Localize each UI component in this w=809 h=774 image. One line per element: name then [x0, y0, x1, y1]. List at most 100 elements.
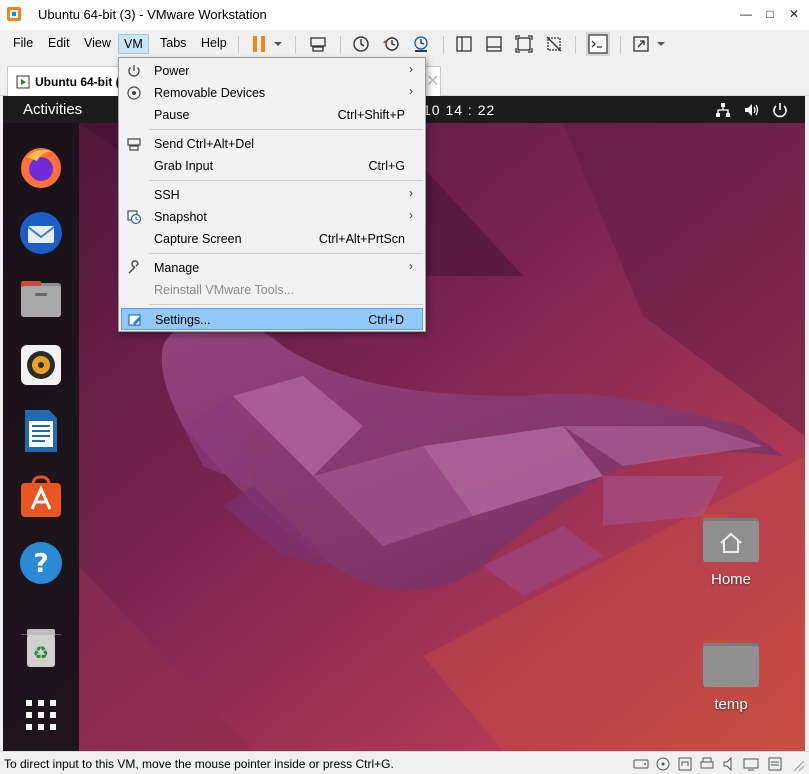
wrench-icon — [128, 260, 139, 274]
show-library-icon[interactable] — [454, 34, 474, 54]
revert-snapshot-icon[interactable] — [381, 34, 401, 54]
folder-icon — [703, 639, 759, 687]
snapshot-icon[interactable] — [351, 34, 371, 54]
vm-menu-manage[interactable]: Manage › — [121, 257, 423, 279]
menu-item-label: SSH — [154, 188, 180, 202]
vmware-app-icon — [7, 7, 21, 21]
vm-menu-send-ctrl-alt-del[interactable]: Send Ctrl+Alt+Del — [121, 133, 423, 155]
toolbar-separator — [340, 36, 341, 54]
desktop-icon-temp[interactable]: temp — [691, 637, 771, 713]
display-icon[interactable] — [743, 756, 759, 772]
menu-item-shortcut: Ctrl+D — [368, 313, 404, 327]
thumbnail-bar-icon[interactable] — [484, 34, 504, 54]
menu-item-label: Grab Input — [154, 159, 214, 173]
desktop-icon-home[interactable]: Home — [691, 512, 771, 588]
vm-menu-ssh[interactable]: SSH › — [121, 184, 423, 206]
menu-tabs[interactable]: Tabs — [155, 34, 191, 54]
status-bar: To direct input to this VM, move the mou… — [0, 751, 809, 774]
files-icon[interactable] — [17, 275, 65, 323]
disc-icon — [127, 86, 141, 100]
desktop-icon-label: temp — [714, 696, 748, 713]
clock[interactable]: 10 14 : 22 — [423, 102, 495, 118]
menu-item-label: Pause — [154, 108, 190, 122]
full-screen-icon[interactable] — [514, 34, 534, 54]
thunderbird-icon[interactable] — [17, 209, 65, 257]
vm-menu-removable-devices[interactable]: Removable Devices › — [121, 82, 423, 104]
keyboard-icon — [127, 138, 141, 151]
unity-mode-icon[interactable] — [544, 34, 564, 54]
volume-icon[interactable] — [743, 101, 761, 119]
send-ctrl-alt-del-icon[interactable] — [308, 34, 328, 54]
menu-item-label: Reinstall VMware Tools... — [154, 283, 295, 297]
power-icon[interactable] — [771, 101, 789, 119]
sound-card-icon[interactable] — [721, 756, 737, 772]
vm-menu-settings[interactable]: Settings... Ctrl+D — [121, 308, 423, 330]
pause-icon[interactable] — [249, 34, 269, 54]
vm-menu-dropdown: Power › Removable Devices › Pause Ctrl+S… — [118, 57, 426, 332]
vm-menu-grab-input[interactable]: Grab Input Ctrl+G — [121, 155, 423, 177]
vm-menu-capture-screen[interactable]: Capture Screen Ctrl+Alt+PrtScn — [121, 228, 423, 250]
console-view-icon[interactable] — [586, 32, 610, 56]
menu-item-shortcut: Ctrl+Shift+P — [337, 108, 405, 122]
network-adapter-icon[interactable] — [677, 756, 693, 772]
menu-item-label: Send Ctrl+Alt+Del — [154, 137, 255, 151]
resize-grip-icon[interactable] — [789, 756, 805, 772]
vm-menu-snapshot[interactable]: Snapshot › — [121, 206, 423, 228]
toolbar-separator — [620, 36, 621, 54]
menu-separator — [149, 129, 423, 130]
menu-item-shortcut: Ctrl+Alt+PrtScn — [318, 232, 405, 246]
desktop-icon-label: Home — [710, 571, 751, 588]
message-log-icon[interactable] — [767, 756, 783, 772]
vm-menu-power[interactable]: Power › — [121, 60, 423, 82]
toolbar-separator — [443, 36, 444, 54]
activities-button[interactable]: Activities — [23, 101, 82, 118]
trash-icon[interactable]: ♻ — [17, 623, 65, 671]
submenu-arrow-icon: › — [409, 186, 413, 200]
submenu-arrow-icon: › — [409, 208, 413, 222]
menu-item-shortcut: Ctrl+G — [368, 159, 405, 173]
snapshot-manager-icon[interactable] — [411, 34, 431, 54]
toolbar-separator — [295, 36, 296, 54]
home-folder-icon — [703, 514, 759, 562]
svg-text:♻: ♻ — [33, 643, 49, 664]
maximize-button[interactable]: □ — [759, 4, 781, 24]
menu-help[interactable]: Help — [196, 34, 232, 54]
menu-item-label: Power — [154, 64, 190, 78]
minimize-button[interactable]: — — [735, 4, 757, 24]
menu-item-label: Removable Devices — [154, 86, 266, 100]
show-applications-icon[interactable] — [17, 691, 65, 739]
menu-vm[interactable]: VM — [118, 34, 149, 54]
submenu-arrow-icon: › — [409, 62, 413, 76]
menu-item-label: Settings... — [155, 313, 211, 327]
firefox-icon[interactable] — [17, 143, 65, 191]
menu-item-label: Capture Screen — [154, 232, 242, 246]
close-window-button[interactable]: ✕ — [783, 4, 805, 24]
window-title-bar: Ubuntu 64-bit (3) - VMware Workstation —… — [0, 0, 809, 30]
network-icon[interactable] — [714, 101, 732, 119]
tab-close-icon[interactable]: ✕ — [426, 71, 439, 91]
menu-view[interactable]: View — [79, 34, 116, 54]
cd-dvd-icon[interactable] — [655, 756, 671, 772]
svg-text:?: ? — [33, 549, 48, 579]
power-icon — [128, 65, 140, 77]
ubuntu-software-icon[interactable] — [17, 473, 65, 521]
settings-icon — [128, 314, 141, 326]
menu-separator — [149, 180, 423, 181]
help-icon[interactable]: ? — [17, 539, 65, 587]
rhythmbox-icon[interactable] — [17, 341, 65, 389]
toolbar-separator — [238, 36, 239, 54]
chevron-down-icon[interactable] — [655, 34, 667, 54]
stretch-guest-icon[interactable] — [631, 34, 651, 54]
menu-item-label: Snapshot — [154, 210, 207, 224]
printer-icon[interactable] — [699, 756, 715, 772]
menu-separator — [149, 253, 423, 254]
toolbar-separator — [575, 36, 576, 54]
libreoffice-writer-icon[interactable] — [17, 407, 65, 455]
menu-file[interactable]: File — [8, 34, 38, 54]
submenu-arrow-icon: › — [409, 84, 413, 98]
hard-disk-icon[interactable] — [633, 756, 649, 772]
status-message: To direct input to this VM, move the mou… — [4, 757, 394, 771]
vm-menu-pause[interactable]: Pause Ctrl+Shift+P — [121, 104, 423, 126]
chevron-down-icon[interactable] — [272, 34, 284, 54]
menu-edit[interactable]: Edit — [43, 34, 75, 54]
